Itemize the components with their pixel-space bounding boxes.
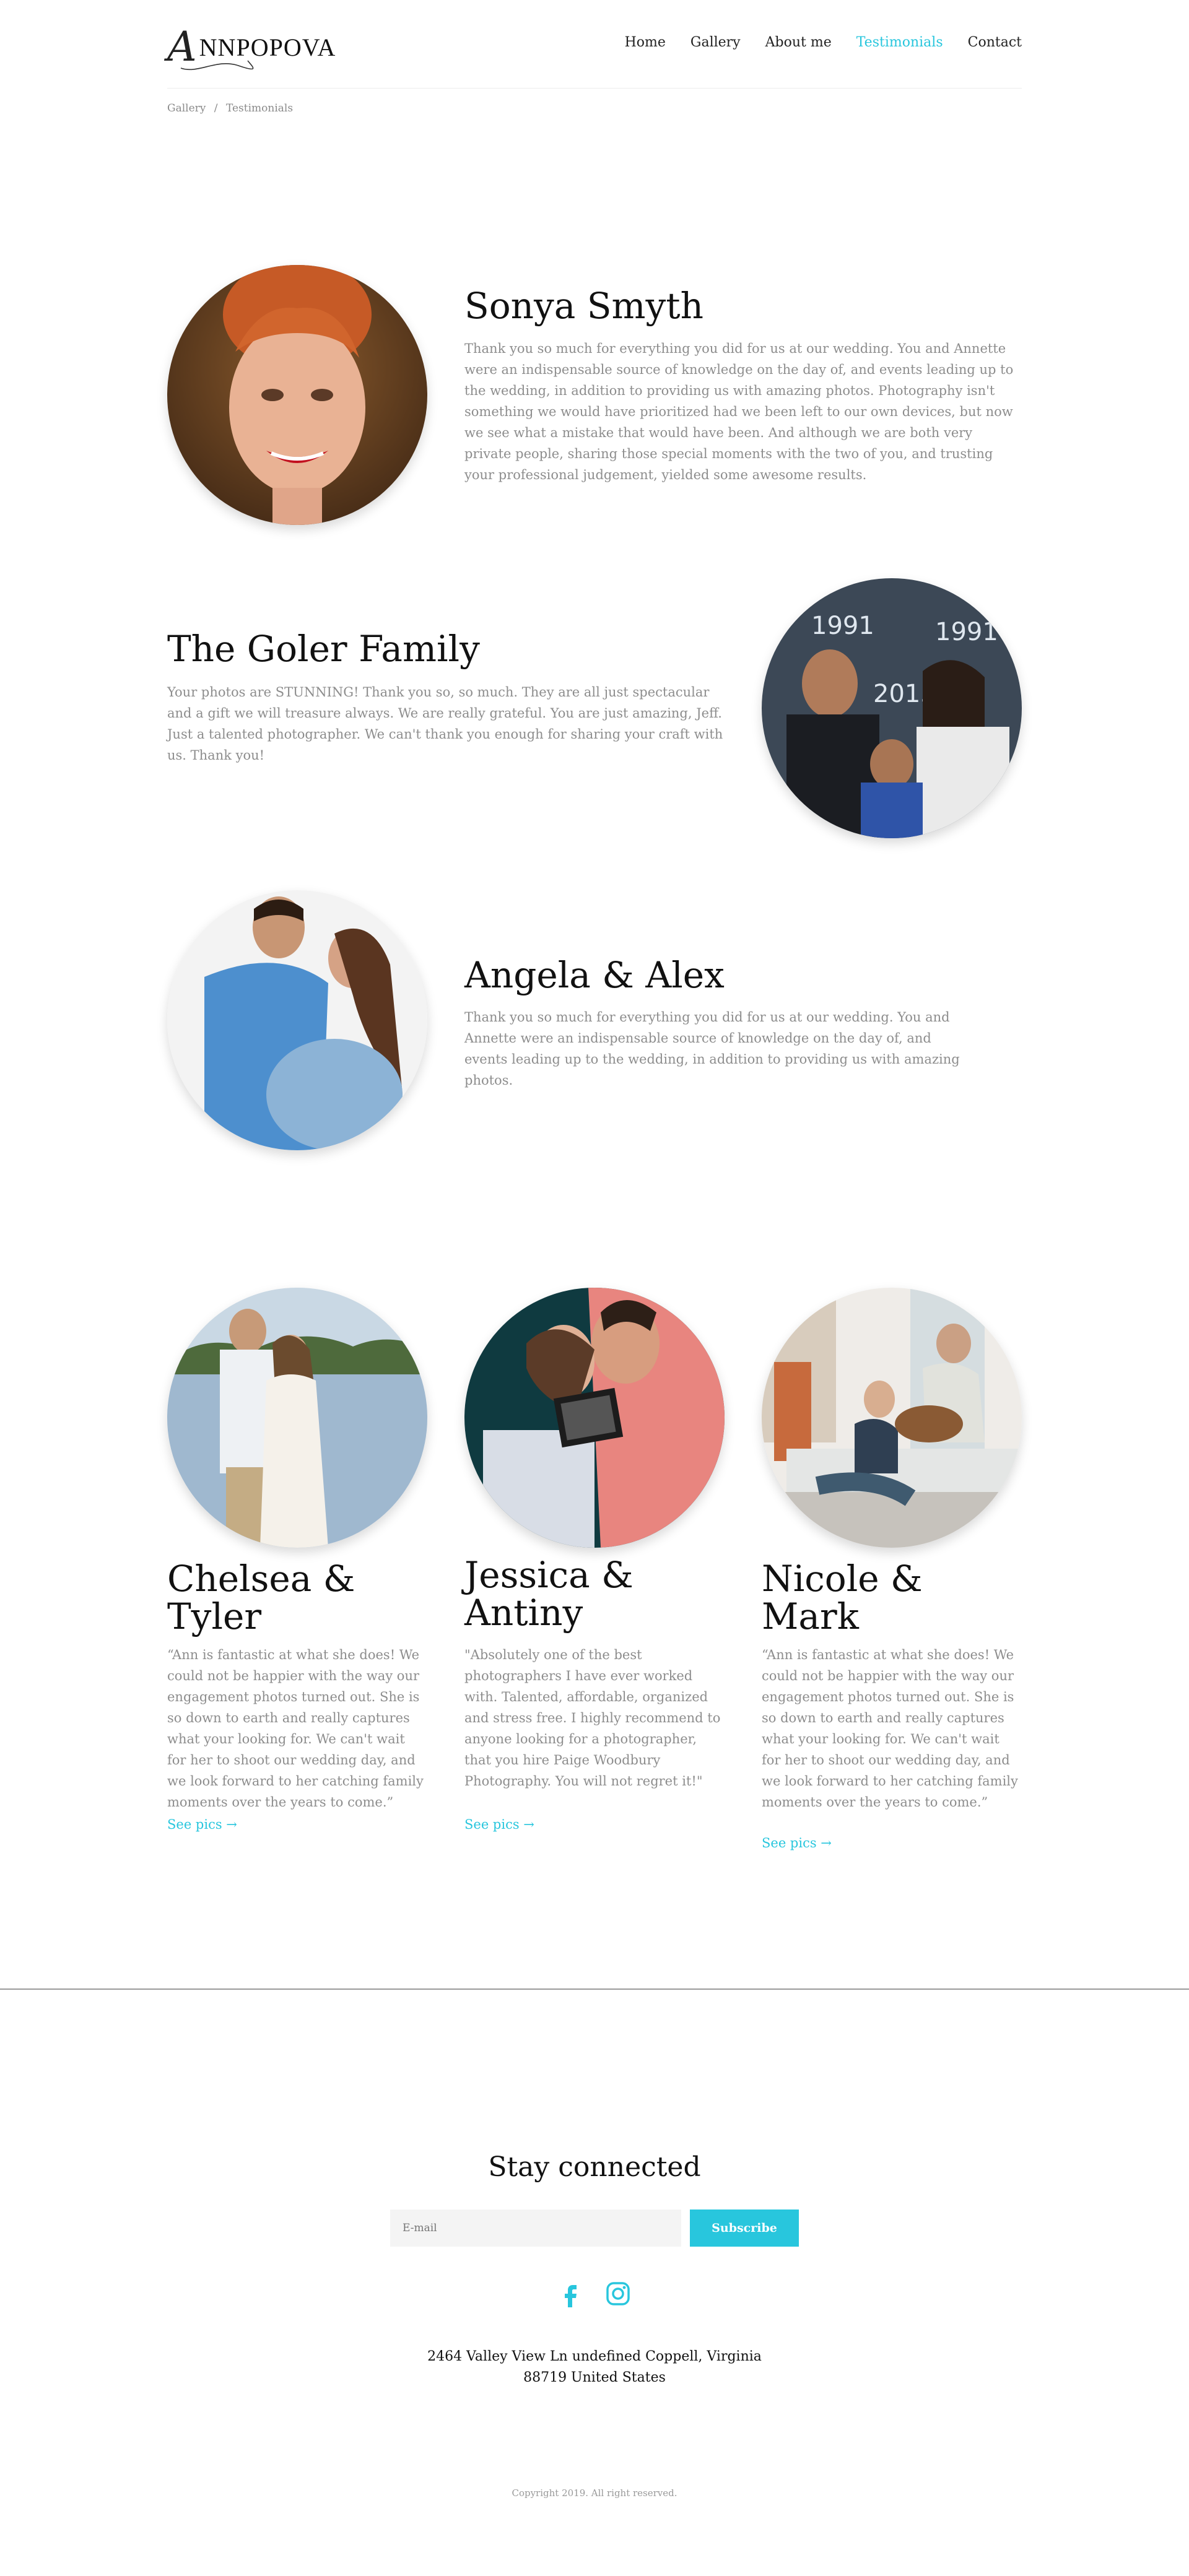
breadcrumb-separator: /: [214, 102, 218, 115]
testimonial-name: Angela & Alex: [464, 954, 725, 996]
testimonial-photo-sonya: [167, 265, 427, 525]
nav-about-me[interactable]: About me: [765, 35, 832, 50]
testimonial-name: Sonya Smyth: [464, 285, 703, 327]
address-line-2: 88719 United States: [523, 2370, 666, 2385]
nav-testimonials[interactable]: Testimonials: [856, 35, 943, 50]
see-pics-link[interactable]: See pics →: [464, 1817, 534, 1832]
card-name: Chelsea & Tyler: [167, 1558, 355, 1637]
card-text: "Absolutely one of the best photographer…: [464, 1647, 721, 1789]
see-pics-link[interactable]: See pics →: [167, 1817, 237, 1832]
footer-divider: [0, 1988, 1189, 1990]
svg-text:1991: 1991: [935, 618, 998, 646]
testimonial-photo-angela-alex: [167, 890, 427, 1150]
card-photo-jessica-antiny: [464, 1288, 725, 1548]
card-text: “Ann is fantastic at what she does! We c…: [762, 1647, 1018, 1810]
testimonial-text: Thank you so much for everything you did…: [464, 1010, 960, 1088]
logo-swash-icon: [180, 60, 254, 71]
card-photo-chelsea-tyler: [167, 1288, 427, 1548]
site-header: A NNPOPOVA Home Gallery About me Testimo…: [167, 0, 1022, 89]
instagram-icon[interactable]: [604, 2280, 632, 2307]
testimonial-name: The Goler Family: [167, 628, 480, 670]
svg-text:1991: 1991: [811, 612, 874, 640]
card-name: Nicole & Mark: [762, 1558, 923, 1637]
card-name: Jessica & Antiny: [464, 1554, 634, 1634]
logo[interactable]: A NNPOPOVA: [167, 22, 336, 72]
social-links: [0, 2280, 1189, 2309]
breadcrumb-testimonials: Testimonials: [225, 102, 294, 115]
stay-connected-title: Stay connected: [488, 2151, 701, 2183]
card-photo-nicole-mark: [762, 1288, 1022, 1548]
nav-home[interactable]: Home: [625, 35, 666, 50]
facebook-icon[interactable]: [557, 2280, 585, 2309]
testimonial-text: Thank you so much for everything you did…: [464, 341, 1014, 482]
testimonial-photo-goler-family: 1991 1991 2013: [762, 578, 1022, 838]
testimonial-text: Your photos are STUNNING! Thank you so, …: [167, 685, 723, 763]
card-text: “Ann is fantastic at what she does! We c…: [167, 1647, 424, 1810]
email-field[interactable]: [390, 2210, 681, 2247]
main-nav: Home Gallery About me Testimonials Conta…: [600, 35, 1022, 50]
address: 2464 Valley View Ln undefined Coppell, V…: [0, 2346, 1189, 2388]
see-pics-link[interactable]: See pics →: [762, 1836, 832, 1850]
copyright: Copyright 2019. All right reserved.: [512, 2487, 677, 2499]
breadcrumb: Gallery / Testimonials: [167, 102, 293, 115]
breadcrumb-gallery[interactable]: Gallery: [167, 102, 206, 115]
nav-gallery[interactable]: Gallery: [690, 35, 741, 50]
nav-contact[interactable]: Contact: [968, 35, 1022, 50]
subscribe-button[interactable]: Subscribe: [690, 2210, 799, 2247]
address-line-1: 2464 Valley View Ln undefined Coppell, V…: [427, 2349, 762, 2364]
